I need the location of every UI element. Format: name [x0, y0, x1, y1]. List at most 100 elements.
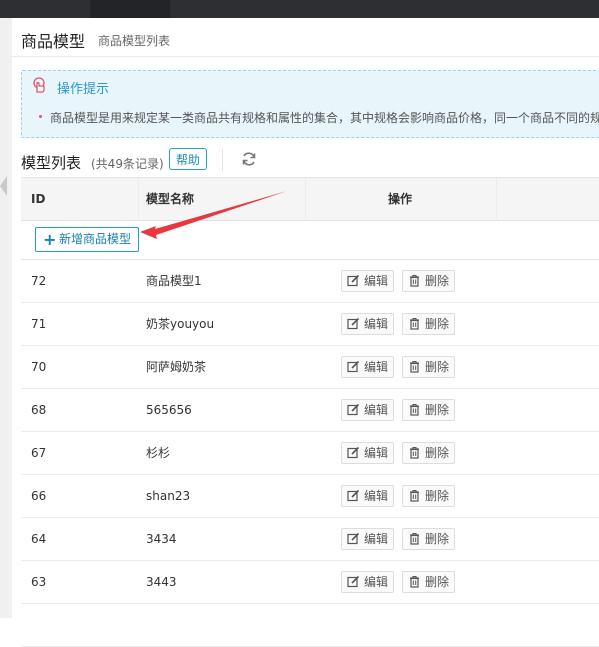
trash-icon	[410, 403, 419, 416]
table-header: ID 模型名称 操作	[21, 178, 599, 221]
row-name: shan23	[146, 489, 191, 503]
edit-button[interactable]: 编辑	[341, 313, 395, 335]
edit-button[interactable]: 编辑	[341, 270, 395, 292]
edit-label: 编辑	[364, 575, 389, 589]
column-header-actions: 操作	[388, 192, 413, 206]
row-name: 杉杉	[146, 446, 171, 460]
edit-icon	[347, 403, 360, 416]
row-name: 商品模型1	[146, 274, 202, 288]
delete-label: 删除	[425, 317, 450, 331]
edit-button[interactable]: 编辑	[341, 528, 395, 550]
delete-button[interactable]: 删除	[402, 528, 456, 550]
add-model-label: 新增商品模型	[59, 232, 132, 246]
table-row: 68 565656 编辑 删除	[21, 389, 599, 432]
edit-icon	[347, 317, 360, 330]
edit-label: 编辑	[364, 532, 389, 546]
table-row	[21, 604, 599, 647]
row-name: 3443	[146, 575, 177, 589]
delete-button[interactable]: 删除	[402, 399, 456, 421]
page-subtitle: 商品模型列表	[98, 34, 171, 48]
table-row: 64 3434 编辑 删除	[21, 518, 599, 561]
add-row: + 新增商品模型	[21, 221, 599, 260]
edit-label: 编辑	[364, 360, 389, 374]
edit-button[interactable]: 编辑	[341, 571, 395, 593]
edit-icon	[347, 274, 360, 287]
row-id: 64	[31, 532, 47, 546]
table-body: 72 商品模型1 编辑 删除 71 奶茶youyou 编辑 删除 70 阿萨姆奶…	[21, 260, 599, 647]
row-name: 奶茶youyou	[146, 317, 215, 331]
row-id: 63	[31, 575, 47, 589]
edit-label: 编辑	[364, 317, 389, 331]
sidebar-edge	[0, 18, 12, 618]
row-id: 67	[31, 446, 47, 460]
trash-icon	[410, 274, 419, 287]
column-header-name: 模型名称	[146, 192, 195, 206]
trash-icon	[410, 489, 419, 502]
table-row: 63 3443 编辑 删除	[21, 561, 599, 604]
edit-button[interactable]: 编辑	[341, 442, 395, 464]
plus-icon: +	[43, 230, 57, 249]
page-title: 商品模型	[21, 32, 86, 51]
edit-label: 编辑	[364, 489, 389, 503]
delete-button[interactable]: 删除	[402, 442, 456, 464]
edit-icon	[347, 489, 360, 502]
table-row: 67 杉杉 编辑 删除	[21, 432, 599, 475]
edit-icon	[347, 360, 360, 373]
bullet-dot	[39, 115, 42, 118]
row-name: 阿萨姆奶茶	[146, 360, 207, 374]
row-name: 3434	[146, 532, 177, 546]
tips-title: 操作提示	[57, 82, 110, 97]
edit-label: 编辑	[364, 274, 389, 288]
tips-text: 商品模型是用来规定某一类商品共有规格和属性的集合，其中规格会影响商品价格，同一个…	[50, 111, 599, 125]
delete-label: 删除	[425, 360, 450, 374]
edit-icon	[347, 532, 360, 545]
toolbar-separator	[222, 149, 223, 171]
delete-label: 删除	[425, 532, 450, 546]
delete-button[interactable]: 删除	[402, 313, 456, 335]
record-count: (共49条记录)	[91, 157, 164, 171]
delete-button[interactable]: 删除	[402, 270, 456, 292]
delete-label: 删除	[425, 274, 450, 288]
delete-button[interactable]: 删除	[402, 485, 456, 507]
edit-button[interactable]: 编辑	[341, 356, 395, 378]
list-title: 模型列表	[21, 154, 82, 172]
trash-icon	[410, 317, 419, 330]
row-id: 68	[31, 403, 47, 417]
collapse-arrow-icon[interactable]	[0, 176, 7, 196]
edit-label: 编辑	[364, 446, 389, 460]
edit-button[interactable]: 编辑	[341, 399, 395, 421]
edit-icon	[347, 446, 360, 459]
row-id: 70	[31, 360, 47, 374]
delete-label: 删除	[425, 403, 450, 417]
row-id: 71	[31, 317, 47, 331]
help-button[interactable]: 帮助	[169, 148, 207, 170]
delete-label: 删除	[425, 446, 450, 460]
delete-button[interactable]: 删除	[402, 356, 456, 378]
tips-panel: 操作提示 商品模型是用来规定某一类商品共有规格和属性的集合，其中规格会影响商品价…	[21, 70, 599, 138]
row-id: 72	[31, 274, 47, 288]
delete-button[interactable]: 删除	[402, 571, 456, 593]
trash-icon	[410, 360, 419, 373]
model-table: ID 模型名称 操作 + 新增商品模型 72 商品模型1 编辑 删除 71 奶茶…	[21, 177, 599, 647]
edit-label: 编辑	[364, 403, 389, 417]
table-row: 66 shan23 编辑 删除	[21, 475, 599, 518]
hand-pointer-icon	[33, 77, 45, 93]
title-divider	[12, 56, 599, 57]
add-model-button[interactable]: + 新增商品模型	[35, 227, 139, 252]
trash-icon	[410, 446, 419, 459]
table-row: 70 阿萨姆奶茶 编辑 删除	[21, 346, 599, 389]
trash-icon	[410, 532, 419, 545]
refresh-icon[interactable]	[241, 151, 257, 167]
table-row: 71 奶茶youyou 编辑 删除	[21, 303, 599, 346]
top-navbar	[0, 0, 599, 18]
row-id: 66	[31, 489, 47, 503]
delete-label: 删除	[425, 489, 450, 503]
delete-label: 删除	[425, 575, 450, 589]
trash-icon	[410, 575, 419, 588]
edit-icon	[347, 575, 360, 588]
top-navbar-active-tab[interactable]	[90, 0, 170, 18]
row-name: 565656	[146, 403, 192, 417]
edit-button[interactable]: 编辑	[341, 485, 395, 507]
table-row: 72 商品模型1 编辑 删除	[21, 260, 599, 303]
column-header-id: ID	[31, 192, 46, 206]
